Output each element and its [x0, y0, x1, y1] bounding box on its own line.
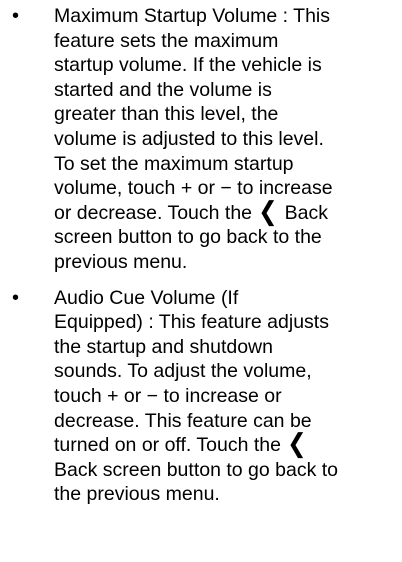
back-chevron-icon: ❮	[287, 428, 308, 459]
text-line: Maximum Startup Volume : This	[54, 5, 330, 27]
text-line: Audio Cue Volume (If	[54, 286, 239, 309]
text-line: started and the volume is	[54, 78, 272, 101]
bullet-icon: •	[12, 5, 20, 27]
document-page: • Maximum Startup Volume : This feature …	[0, 4, 402, 507]
text-line: turned on or off. Touch the ❮	[54, 428, 394, 459]
text-line: decrease. This feature can be	[54, 409, 312, 432]
text-line: sounds. To adjust the volume,	[54, 360, 312, 383]
text-line: previous menu.	[54, 250, 188, 273]
bullet-icon: •	[12, 286, 20, 309]
text-line: feature sets the maximum	[54, 29, 279, 52]
text-line: Equipped) : This feature adjusts	[54, 311, 329, 334]
text-line: the startup and shutdown	[54, 335, 273, 358]
list-item-maximum-startup-volume: • Maximum Startup Volume : This feature …	[0, 4, 402, 275]
text-line: volume is adjusted to this level.	[54, 127, 324, 150]
text-line: screen button to go back to the	[54, 226, 322, 249]
text-segment: Back	[279, 201, 329, 224]
text-line: greater than this level, the	[54, 103, 279, 126]
text-line: To set the maximum startup	[54, 152, 294, 175]
text-line: touch + or − to increase or	[54, 384, 282, 407]
text-segment: turned on or off. Touch the	[54, 434, 287, 457]
text-line: the previous menu.	[54, 483, 220, 506]
text-line: volume, touch + or − to increase	[54, 177, 333, 200]
list-item-audio-cue-volume: • Audio Cue Volume (If Equipped) : This …	[0, 286, 402, 507]
text-line: Back screen button to go back to	[54, 458, 339, 481]
back-chevron-icon: ❮	[258, 195, 279, 226]
text-line: startup volume. If the vehicle is	[54, 54, 322, 77]
text-segment: or decrease. Touch the	[54, 201, 258, 224]
text-line: or decrease. Touch the ❮ Back	[54, 195, 394, 226]
